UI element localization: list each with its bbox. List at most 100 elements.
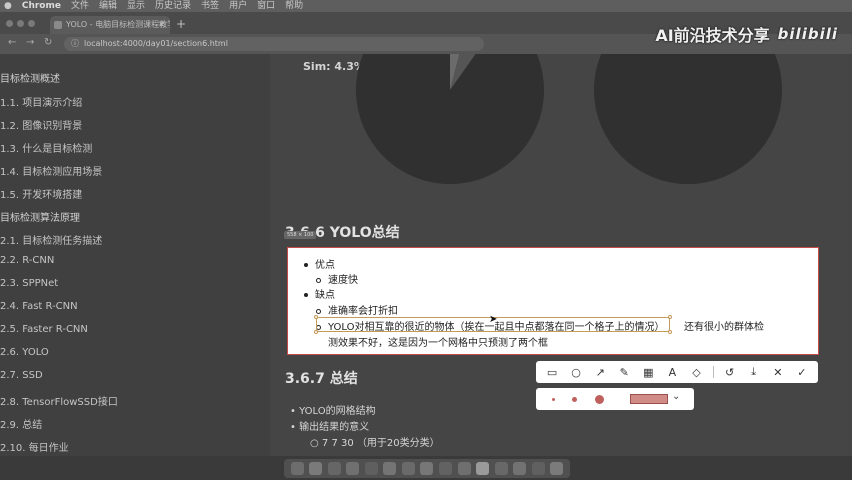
- new-tab-icon[interactable]: +: [176, 17, 186, 31]
- bullet-icon: [304, 263, 308, 267]
- mouse-cursor-icon: ➤: [489, 314, 498, 325]
- forward-icon[interactable]: →: [26, 37, 34, 48]
- window-controls[interactable]: [6, 20, 35, 27]
- close-window-icon[interactable]: [6, 20, 13, 27]
- resize-handle[interactable]: [668, 315, 672, 319]
- sidebar-item[interactable]: 2.4. Fast R-CNN: [0, 301, 78, 312]
- screenshot-selection[interactable]: 优点 速度快 缺点 准确率会打折扣 YOLO对相互靠的很近的物体（挨在一起且中点…: [287, 247, 819, 355]
- stroke-medium-option[interactable]: [572, 397, 577, 402]
- pie-chart-right: [594, 54, 782, 184]
- folder-icon[interactable]: [531, 462, 545, 475]
- sidebar-item[interactable]: 2.3. SPPNet: [0, 278, 58, 289]
- minimize-window-icon[interactable]: [17, 20, 24, 27]
- close-icon[interactable]: ✕: [770, 366, 786, 379]
- sidebar-item[interactable]: 1.3. 什么是目标检测: [0, 140, 92, 155]
- app-icon[interactable]: [420, 462, 434, 475]
- chrome-icon[interactable]: [346, 462, 360, 475]
- watermark: AI前沿技术分享 bilibili: [655, 22, 838, 46]
- sidebar-item[interactable]: 1.5. 开发环境搭建: [0, 186, 82, 201]
- menubar-item[interactable]: 窗口: [257, 0, 275, 12]
- mosaic-icon[interactable]: ▦: [640, 366, 656, 379]
- arrow-icon[interactable]: ↗: [592, 366, 608, 379]
- apple-icon[interactable]: ●: [4, 0, 12, 12]
- resize-handle[interactable]: [314, 315, 318, 319]
- resize-handle[interactable]: [668, 330, 672, 334]
- ellipse-icon[interactable]: ○: [568, 366, 584, 379]
- sidebar-item[interactable]: 1.1. 项目演示介绍: [0, 94, 82, 109]
- sidebar-item[interactable]: 2.7. SSD: [0, 370, 43, 381]
- eraser-icon[interactable]: ◇: [689, 366, 705, 379]
- confirm-icon[interactable]: ✓: [794, 366, 810, 379]
- summary-item: • YOLO的网格结构: [290, 406, 376, 417]
- bilibili-logo: bilibili: [777, 25, 838, 43]
- sidebar-item[interactable]: 1.2. 图像识别背景: [0, 117, 82, 132]
- launchpad-icon[interactable]: [309, 462, 323, 475]
- mac-menubar: ● Chrome 文件 编辑 显示 历史记录 书签 用户 窗口 帮助: [0, 0, 852, 12]
- rectangle-icon[interactable]: ▭: [544, 366, 560, 379]
- chevron-down-icon[interactable]: ⌄: [672, 391, 680, 402]
- stroke-options: ⌄: [536, 388, 694, 410]
- text-editor-icon[interactable]: [476, 462, 490, 475]
- app-icon[interactable]: [513, 462, 527, 475]
- trash-icon[interactable]: [550, 462, 564, 475]
- pen-icon[interactable]: ✎: [616, 366, 632, 379]
- text-icon[interactable]: A: [664, 366, 680, 379]
- menubar-item[interactable]: 文件: [71, 0, 89, 12]
- sidebar-item[interactable]: 2.6. YOLO: [0, 347, 49, 358]
- menubar-item[interactable]: 显示: [127, 0, 145, 12]
- toolbar-divider: [712, 366, 714, 378]
- app-icon[interactable]: [401, 462, 415, 475]
- sidebar-section[interactable]: 目标检测算法原理: [0, 209, 80, 224]
- bullet-disadvantages: 缺点: [304, 286, 335, 301]
- stroke-large-option[interactable]: [595, 395, 604, 404]
- browser-tab[interactable]: YOLO - 电脑目标检测课程教学 ✕: [50, 16, 170, 34]
- address-bar[interactable]: ⓘ localhost:4000/day01/section6.html: [64, 37, 484, 51]
- menubar-item[interactable]: 编辑: [99, 0, 117, 12]
- circle-bullet-icon: [316, 277, 321, 283]
- safari-icon[interactable]: [327, 462, 341, 475]
- resize-handle[interactable]: [314, 330, 318, 334]
- terminal-icon[interactable]: [364, 462, 378, 475]
- app-icon[interactable]: [494, 462, 508, 475]
- menubar-item[interactable]: 帮助: [285, 0, 303, 12]
- back-icon[interactable]: ←: [8, 37, 16, 48]
- reload-icon[interactable]: ↻: [44, 37, 52, 48]
- site-info-icon[interactable]: ⓘ: [71, 37, 79, 51]
- dock-bar: [284, 459, 570, 478]
- sidebar-item[interactable]: 2.10. 每日作业: [0, 439, 69, 454]
- dis-item-text: 准确率会打折扣: [328, 306, 398, 317]
- menubar-item[interactable]: 书签: [201, 0, 219, 12]
- sidebar-item[interactable]: 2.2. R-CNN: [0, 255, 54, 266]
- menubar-item[interactable]: 历史记录: [155, 0, 191, 12]
- pie-chart-left: [356, 54, 544, 184]
- stroke-small-option[interactable]: [552, 398, 555, 401]
- dis-item-continued: 还有很小的群体检: [684, 322, 764, 333]
- sidebar-item[interactable]: 2.1. 目标检测任务描述: [0, 232, 102, 247]
- undo-icon[interactable]: ↺: [722, 366, 738, 379]
- watermark-text: AI前沿技术分享: [655, 26, 770, 45]
- finder-icon[interactable]: [290, 462, 304, 475]
- sidebar-item[interactable]: 2.9. 总结: [0, 416, 42, 431]
- color-swatch[interactable]: [630, 394, 668, 404]
- settings-icon[interactable]: [383, 462, 397, 475]
- size-tooltip: 558 × 100: [284, 231, 317, 239]
- maximize-window-icon[interactable]: [28, 20, 35, 27]
- disadvantages-label: 缺点: [315, 290, 335, 301]
- dis-item: 准确率会打折扣: [316, 302, 398, 317]
- sidebar-section[interactable]: 目标检测概述: [0, 70, 60, 85]
- menubar-item[interactable]: 用户: [229, 0, 247, 12]
- bullet-advantages: 优点: [304, 256, 335, 271]
- circle-bullet-icon: [316, 308, 321, 314]
- sidebar-item[interactable]: 1.4. 目标检测应用场景: [0, 163, 102, 178]
- summary-subitem-text: 7 7 30 （用于20类分类）: [321, 438, 440, 449]
- bullet-icon: [304, 293, 308, 297]
- sidebar-item[interactable]: 2.8. TensorFlowSSD接口: [0, 393, 118, 408]
- summary-subitem: ○ 7 7 30 （用于20类分类）: [310, 438, 440, 449]
- menubar-app-name[interactable]: Chrome: [22, 0, 61, 12]
- tab-close-icon[interactable]: ✕: [158, 16, 165, 34]
- app-icon[interactable]: [439, 462, 453, 475]
- sidebar-item[interactable]: 2.5. Faster R-CNN: [0, 324, 88, 335]
- save-icon[interactable]: ⤓: [746, 365, 762, 379]
- url-text: localhost:4000/day01/section6.html: [84, 39, 228, 48]
- app-icon[interactable]: [457, 462, 471, 475]
